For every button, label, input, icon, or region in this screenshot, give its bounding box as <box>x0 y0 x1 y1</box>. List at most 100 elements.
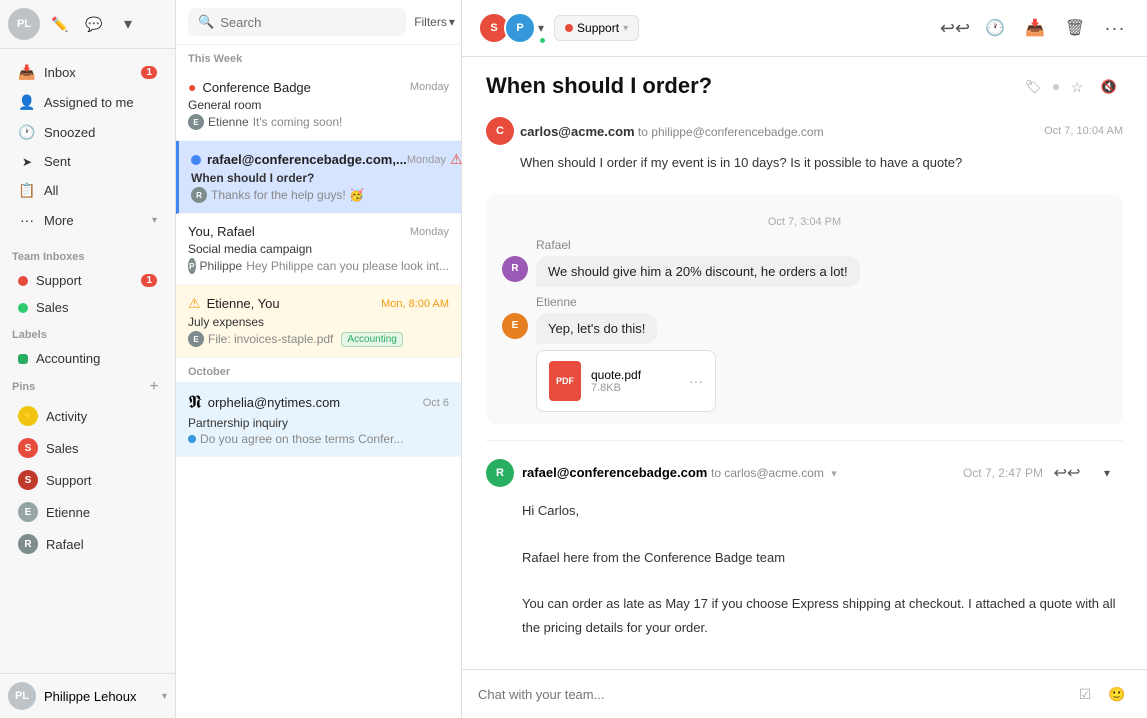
emoji-button[interactable]: 🙂 <box>1103 680 1131 708</box>
reply-to-chevron[interactable]: ▾ <box>831 468 837 480</box>
message-from-1: carlos@acme.com <box>520 124 635 139</box>
search-box[interactable]: 🔍 <box>188 8 406 36</box>
thread-subject: When should I order? 🏷 ☆ 🔇 <box>486 73 1123 101</box>
etienne-warning-icon: ⚠ <box>188 295 201 312</box>
this-week-header: This Week <box>176 45 461 69</box>
email-item-rafael[interactable]: rafael@conferencebadge.com,... Monday ⚠ … <box>176 141 461 214</box>
delete-button[interactable]: 🗑 <box>1059 12 1091 44</box>
add-pin-button[interactable]: + <box>145 378 163 396</box>
attachment-card: PDF quote.pdf 7.8KB ··· <box>536 350 716 412</box>
chat-bubble-2: Yep, let's do this! <box>536 313 657 344</box>
reply-more-icon[interactable]: ▾ <box>1091 457 1123 489</box>
email-item-etienne[interactable]: ⚠ Etienne, You Mon, 8:00 AM July expense… <box>176 285 461 358</box>
email-sender-2: rafael@conferencebadge.com,... <box>207 152 407 167</box>
activity-pin-icon: ⚡ <box>18 406 38 426</box>
orphelia-dot <box>188 435 196 443</box>
sales-pin-icon: S <box>18 438 38 458</box>
email-item-you-rafael[interactable]: You, Rafael Monday Social media campaign… <box>176 214 461 285</box>
sidebar-item-assigned[interactable]: 👤 Assigned to me <box>6 88 169 117</box>
chat-sender-name-2: Etienne <box>536 295 1107 309</box>
sidebar-item-more[interactable]: ··· More ▾ <box>6 206 169 234</box>
sent-label: Sent <box>44 154 71 169</box>
sidebar-item-snoozed[interactable]: 🕐 Snoozed <box>6 118 169 147</box>
sales-pin-label: Sales <box>46 441 79 456</box>
support-label: Support <box>36 273 82 288</box>
email-sender-5: orphelia@nytimes.com <box>208 395 340 410</box>
user-avatar-small: PL <box>8 8 40 40</box>
chat-button[interactable]: 💬 <box>80 10 108 38</box>
nytimes-icon: 𝕹 <box>188 392 202 413</box>
checklist-button[interactable]: ☑ <box>1071 680 1099 708</box>
sender-avatar-1: C <box>486 117 514 145</box>
footer-chevron: ▾ <box>162 691 167 702</box>
etienne-mini-avatar: E <box>188 114 204 130</box>
pin-etienne[interactable]: E Etienne <box>6 497 169 527</box>
sidebar-item-all[interactable]: 📋 All <box>6 176 169 205</box>
chat-sender-name-1: Rafael <box>536 238 1107 252</box>
star-button[interactable]: ☆ <box>1063 73 1091 101</box>
compose-button[interactable]: ✏️ <box>46 10 74 38</box>
reply-email-block: R rafael@conferencebadge.com to carlos@a… <box>486 440 1123 669</box>
avatar-group: S P ▾ <box>478 12 546 44</box>
pdf-icon: PDF <box>549 361 581 401</box>
reply-date: Oct 7, 2:47 PM <box>963 466 1043 480</box>
sidebar-item-support[interactable]: Support 1 <box>6 268 169 293</box>
email-subject-1: General room <box>188 98 449 112</box>
reply-all-button[interactable]: ↩↩ <box>939 12 971 44</box>
rafael-unread-dot <box>191 155 201 165</box>
email-preview-2: R Thanks for the help guys! 🥳 <box>191 187 449 203</box>
support-label: Support <box>577 21 619 35</box>
pin-rafael[interactable]: R Rafael <box>6 529 169 559</box>
mute-button[interactable]: 🔇 <box>1095 73 1123 101</box>
more-options-button[interactable]: ▾ <box>114 10 142 38</box>
sidebar-item-accounting[interactable]: Accounting <box>6 346 169 371</box>
sidebar-item-inbox[interactable]: 📥 Inbox 1 <box>6 58 169 87</box>
email-date-3: Monday <box>410 226 449 238</box>
tag-dot[interactable] <box>1053 84 1059 90</box>
attachment-menu[interactable]: ··· <box>689 373 703 389</box>
inbox-badge: 1 <box>141 66 157 79</box>
email-preview-5: Do you agree on those terms Confer... <box>188 432 449 446</box>
search-input[interactable] <box>220 15 396 30</box>
email-item-conference-badge[interactable]: ● Conference Badge Monday General room E… <box>176 69 461 141</box>
snoozed-icon: 🕐 <box>18 124 36 141</box>
rafael-chat-avatar: R <box>502 256 528 282</box>
email-list: 🔍 Filters ▾ This Week ● Conference Badge… <box>176 0 462 718</box>
pin-support[interactable]: S Support <box>6 465 169 495</box>
sidebar-footer[interactable]: PL Philippe Lehoux ▾ <box>0 673 175 718</box>
pin-sales[interactable]: S Sales <box>6 433 169 463</box>
archive-button[interactable]: 📥 <box>1019 12 1051 44</box>
footer-name: Philippe Lehoux <box>44 689 154 704</box>
etienne-pin-avatar: E <box>18 502 38 522</box>
support-status-dot <box>565 24 573 32</box>
sidebar-item-sent[interactable]: ➤ Sent <box>6 148 169 175</box>
email-subject-5: Partnership inquiry <box>188 416 449 430</box>
chat-input[interactable] <box>478 687 1061 702</box>
email-list-header: 🔍 Filters ▾ <box>176 0 461 45</box>
email-sender-3: You, Rafael <box>188 224 255 239</box>
filters-button[interactable]: Filters ▾ <box>414 15 455 29</box>
email-message-1: C carlos@acme.com to philippe@conference… <box>486 117 1123 174</box>
all-icon: 📋 <box>18 182 36 199</box>
reply-line-1: Hi Carlos, <box>522 499 1123 522</box>
message-to-1: to <box>638 125 651 139</box>
email-date-4: Mon, 8:00 AM <box>381 298 449 310</box>
filters-label: Filters <box>414 15 447 29</box>
snoozed-label: Snoozed <box>44 125 95 140</box>
more-actions-button[interactable]: ··· <box>1099 12 1131 44</box>
email-item-orphelia[interactable]: 𝕹 orphelia@nytimes.com Oct 6 Partnership… <box>176 382 461 457</box>
email-subject-3: Social media campaign <box>188 242 449 256</box>
reply-sender-avatar: R <box>486 459 514 487</box>
support-badge: 1 <box>141 274 157 287</box>
assigned-to-button[interactable]: Support ▾ <box>554 15 639 41</box>
tag-button[interactable]: 🏷 <box>1019 73 1047 101</box>
snooze-button[interactable]: 🕐 <box>979 12 1011 44</box>
sidebar-item-sales[interactable]: Sales <box>6 295 169 320</box>
reply-line-3: You can order as late as May 17 if you c… <box>522 592 1123 639</box>
pins-label: Pins <box>12 381 145 393</box>
reply-all-icon[interactable]: ↩↩ <box>1051 457 1083 489</box>
pin-activity[interactable]: ⚡ Activity <box>6 401 169 431</box>
chat-input-actions: ☑ 🙂 <box>1071 680 1131 708</box>
email-date-5: Oct 6 <box>423 397 449 409</box>
sent-icon: ➤ <box>18 155 36 169</box>
